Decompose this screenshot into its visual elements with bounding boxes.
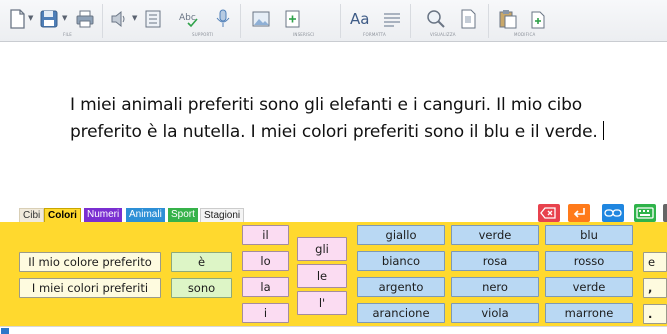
word-article[interactable]: le: [297, 264, 347, 288]
word-color[interactable]: viola: [451, 303, 539, 323]
status-bar: [0, 326, 667, 334]
toolbar-group-modifica: MODIFICA: [514, 32, 536, 37]
toolbar-group-inserisci: INSERISCI: [293, 32, 315, 37]
text-caret: [602, 121, 604, 140]
search-icon[interactable]: [425, 8, 447, 30]
app-icon: [1, 328, 9, 334]
toolbar-separator: [340, 4, 341, 38]
word-verb[interactable]: è: [171, 252, 232, 272]
paste-icon[interactable]: [497, 8, 519, 30]
word-color[interactable]: argento: [357, 277, 445, 297]
tab-sport[interactable]: Sport: [168, 208, 198, 222]
word-article[interactable]: la: [242, 277, 289, 297]
spellcheck-icon[interactable]: Abc: [178, 8, 200, 30]
category-tabs: Cibi Colori Numeri Animali Sport Stagion…: [0, 202, 667, 222]
word-color[interactable]: nero: [451, 277, 539, 297]
page-view-icon[interactable]: [457, 8, 479, 30]
font-format-button[interactable]: Aa: [350, 10, 369, 28]
word-article[interactable]: i: [242, 303, 289, 323]
backspace-icon[interactable]: [538, 204, 560, 222]
word-article[interactable]: lo: [242, 251, 289, 271]
tab-colori[interactable]: Colori: [44, 208, 81, 222]
svg-text:Abc: Abc: [179, 13, 196, 23]
word-phrase[interactable]: I miei colori preferiti: [19, 278, 161, 298]
dictionary-icon[interactable]: [142, 8, 164, 30]
toolbar-group-visualizza: VISUALIZZA: [430, 32, 456, 37]
chevron-down-icon[interactable]: ▼: [28, 14, 33, 22]
word-verb[interactable]: sono: [171, 278, 232, 298]
tab-stagioni[interactable]: Stagioni: [200, 208, 245, 222]
word-color[interactable]: blu: [545, 225, 633, 245]
word-period[interactable]: .: [643, 304, 667, 324]
toolbar: ▼ ▼ FILE ▼ Abc SUPPORTI INSERISCI Aa FOR…: [0, 0, 667, 42]
toolbar-group-file: FILE: [63, 32, 73, 37]
word-article[interactable]: l': [297, 291, 347, 315]
link-icon[interactable]: [602, 204, 624, 222]
speaker-icon[interactable]: [108, 8, 130, 30]
word-article[interactable]: gli: [297, 237, 347, 261]
chevron-down-icon[interactable]: ▼: [62, 14, 67, 22]
more-button[interactable]: [663, 204, 667, 222]
word-color[interactable]: marrone: [545, 303, 633, 323]
tab-animali[interactable]: Animali: [126, 208, 165, 222]
chevron-down-icon[interactable]: ▼: [132, 14, 137, 22]
word-color[interactable]: verde: [451, 225, 539, 245]
word-color[interactable]: rosa: [451, 251, 539, 271]
document-text[interactable]: I miei animali preferiti sono gli elefan…: [70, 92, 630, 146]
word-color[interactable]: verde: [545, 277, 633, 297]
word-color[interactable]: bianco: [357, 251, 445, 271]
document-content: I miei animali preferiti sono gli elefan…: [70, 95, 598, 142]
toolbar-group-formatta: FORMATTA: [363, 32, 386, 37]
align-text-icon[interactable]: [381, 8, 403, 30]
word-phrase[interactable]: Il mio colore preferito: [19, 252, 161, 272]
toolbar-group-supporti: SUPPORTI: [192, 32, 214, 37]
word-panel: Il mio colore preferito I miei colori pr…: [0, 222, 667, 326]
print-icon[interactable]: [74, 8, 96, 30]
enter-icon[interactable]: [568, 204, 590, 222]
word-article[interactable]: il: [242, 225, 289, 245]
insert-image-icon[interactable]: [250, 8, 272, 30]
toolbar-separator: [102, 4, 103, 38]
toolbar-separator: [488, 4, 489, 38]
toolbar-separator: [410, 4, 411, 38]
tab-numeri[interactable]: Numeri: [84, 208, 123, 222]
word-color[interactable]: rosso: [545, 251, 633, 271]
save-icon[interactable]: [38, 8, 60, 30]
toolbar-separator: [240, 4, 241, 38]
new-document-icon[interactable]: [6, 8, 28, 30]
keyboard-icon[interactable]: [634, 204, 656, 222]
copy-icon[interactable]: [527, 8, 549, 30]
tab-cibi[interactable]: Cibi: [19, 208, 45, 222]
document-editor[interactable]: I miei animali preferiti sono gli elefan…: [0, 42, 667, 202]
word-color[interactable]: giallo: [357, 225, 445, 245]
word-conjunction[interactable]: e: [643, 252, 667, 272]
insert-symbol-icon[interactable]: [282, 8, 304, 30]
word-comma[interactable]: ,: [643, 278, 667, 298]
microphone-icon[interactable]: [212, 8, 234, 30]
word-color[interactable]: arancione: [357, 303, 445, 323]
